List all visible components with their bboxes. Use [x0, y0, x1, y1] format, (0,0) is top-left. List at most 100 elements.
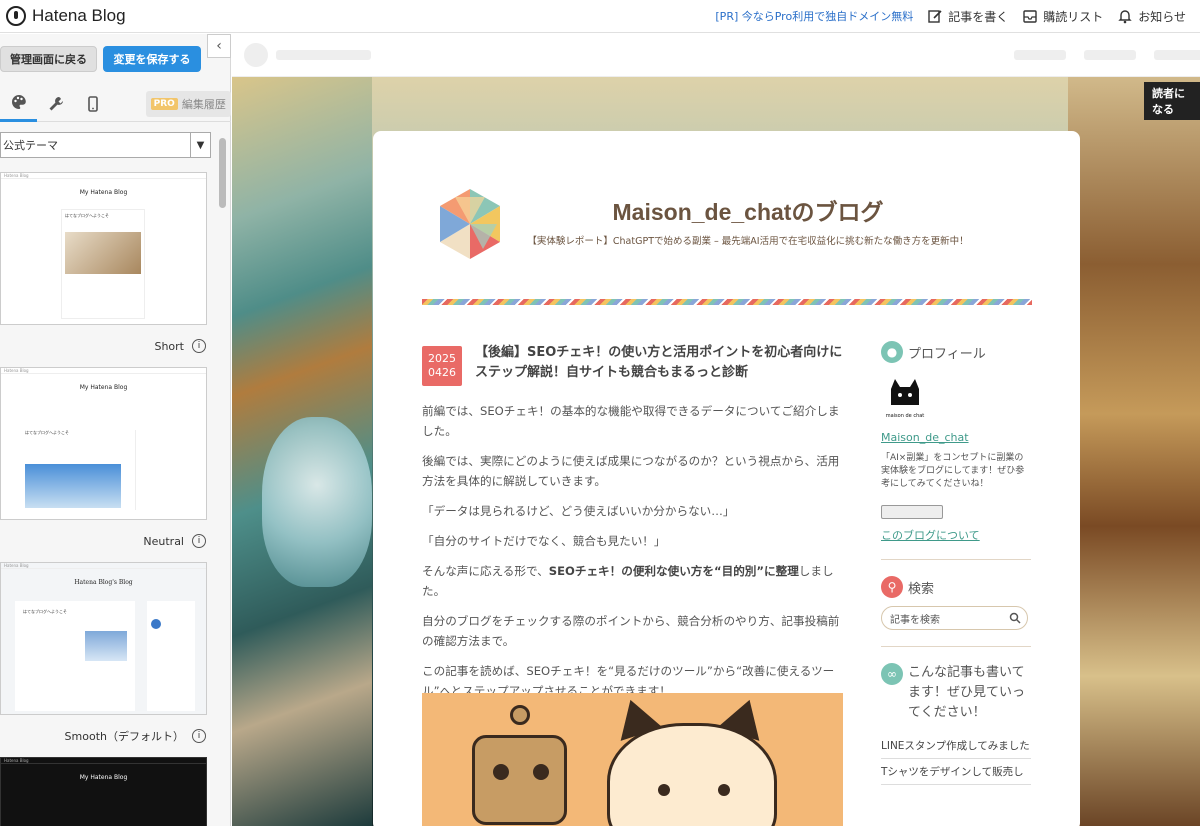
mini-header: Hatena Blog — [1, 368, 206, 374]
blog-title[interactable]: Maison_de_chatのブログ — [513, 193, 983, 227]
post-title[interactable]: 【後編】SEOチェキ！の使い方と活用ポイントを初心者向けにステップ解説！自サイト… — [475, 343, 845, 383]
post-body: 前編では、SEOチェキ！の基本的な機能や取得できるデータについてご紹介しました。… — [422, 401, 846, 711]
profile-avatar[interactable]: maison de chat — [881, 375, 929, 423]
top-bar: Hatena Blog [PR] 今ならPro利用で独自ドメイン無料 記事を書く… — [0, 0, 1200, 33]
theme-category-select[interactable]: 公式テーマ ▼ — [0, 132, 211, 158]
mini-post-title: はてなブログへようこそ — [65, 213, 109, 218]
post-paragraph: 「データは見られるけど、どう使えばいいか分からない…」 — [422, 504, 735, 518]
tab-smartphone[interactable] — [74, 86, 111, 122]
subscribe-button[interactable]: 読者になる — [1144, 82, 1200, 120]
theme-name-neutral: Neutral — [143, 534, 184, 548]
mini-header: Hatena Blog — [1, 173, 206, 179]
collapse-panel-button[interactable]: ‹ — [207, 34, 231, 58]
back-to-dashboard-button[interactable]: 管理画面に戻る — [0, 46, 97, 72]
search-placeholder: 記事を検索 — [890, 614, 940, 626]
robot-antenna — [510, 705, 530, 725]
post-date-badge[interactable]: 2025 0426 — [422, 346, 462, 386]
more-posts-module-title: ∞ こんな記事も書いてます！ぜひ見ていってください！ — [881, 663, 1031, 723]
preview-header-skeleton — [232, 34, 1200, 77]
mini-blog-title: My Hatena Blog — [79, 774, 128, 781]
decorative-stripe — [422, 299, 1032, 305]
profile-username-link[interactable]: Maison_de_chat — [881, 431, 1031, 444]
theme-list: Hatena Blog My Hatena Blog はてなブログへようこそ S… — [0, 172, 218, 826]
search-heading: 検索 — [908, 581, 935, 597]
theme-thumbnail-neutral[interactable]: Hatena Blog My Hatena Blog はてなブログへようこそ — [0, 367, 207, 520]
about-blog-link[interactable]: このブログについて — [881, 527, 1031, 543]
theme-thumbnail-dark[interactable]: Hatena Blog My Hatena Blog — [0, 757, 207, 826]
mini-article: はてなブログへようこそ — [61, 209, 145, 319]
notifications-label: お知らせ — [1138, 9, 1186, 24]
blog-sidebar: ● プロフィール maison de chat Maison_de_chat 「… — [881, 341, 1031, 785]
skeleton-line — [1084, 50, 1136, 60]
profile-heading: プロフィール — [908, 346, 986, 362]
write-post-button[interactable]: 記事を書く — [927, 8, 1008, 25]
robot-eye — [493, 764, 509, 780]
hatena-logo[interactable]: Hatena Blog — [6, 6, 126, 26]
mini-blog-title: My Hatena Blog — [79, 384, 128, 391]
theme-thumbnail-smooth[interactable]: Hatena Blog Hatena Blog's Blog はてなブログへよう… — [0, 562, 207, 715]
mini-post-title: はてなブログへようこそ — [25, 430, 125, 442]
post-paragraph: 「自分のサイトだけでなく、競合も見たい！」 — [422, 534, 666, 548]
info-icon[interactable]: i — [192, 729, 206, 743]
pro-promo-link[interactable]: [PR] 今ならPro利用で独自ドメイン無料 — [715, 8, 913, 24]
cat-illustration — [607, 723, 777, 826]
profile-description: 「AI×副業」をコンセプトに副業の実体験をブログにしてます！ぜひ参考にしてみてく… — [881, 453, 1025, 489]
search-icon: ⚲ — [881, 576, 903, 598]
panel-scrollbar[interactable] — [219, 138, 226, 208]
magnifier-icon[interactable] — [1009, 612, 1021, 624]
sidebar-divider — [881, 559, 1031, 560]
palette-icon — [11, 95, 26, 109]
more-post-link[interactable]: LINEスタンプ作成してみました — [881, 733, 1031, 759]
blog-preview: 読者になる Maison_de_chatのブログ 【実体験レポート】ChatGP… — [232, 34, 1200, 826]
blog-content-card: Maison_de_chatのブログ 【実体験レポート】ChatGPTで始める副… — [373, 131, 1080, 826]
cat-avatar-image: maison de chat — [886, 379, 925, 419]
avatar-caption: maison de chat — [886, 413, 925, 419]
write-post-label: 記事を書く — [948, 9, 1009, 24]
cat-eye — [718, 784, 730, 796]
info-icon[interactable]: i — [192, 339, 206, 353]
theme-category-value: 公式テーマ — [3, 139, 58, 152]
mini-avatar — [151, 619, 161, 629]
more-post-link[interactable]: Tシャツをデザインして販売し — [881, 759, 1031, 785]
post-paragraph: 前編では、SEOチェキ！の基本的な機能や取得できるデータについてご紹介しました。 — [422, 404, 840, 438]
readers-count-button[interactable] — [881, 505, 943, 519]
theme-name-smooth: Smooth（デフォルト） — [64, 730, 184, 743]
edit-history-button[interactable]: PRO 編集履歴 — [145, 90, 231, 117]
post-hero-image — [422, 693, 843, 826]
blog-search-input[interactable]: 記事を検索 — [881, 606, 1028, 630]
artwork-sleeping-cat — [262, 417, 372, 587]
more-posts-heading: こんな記事も書いてます！ぜひ見ていってください！ — [908, 665, 1026, 720]
info-icon[interactable]: i — [192, 534, 206, 548]
reading-list-label: 購読リスト — [1043, 9, 1104, 24]
mini-header: Hatena Blog — [1, 563, 206, 569]
tab-design[interactable] — [0, 86, 38, 122]
cat-eye — [658, 784, 670, 796]
mini-blog-title: My Hatena Blog — [79, 189, 128, 196]
post-text: そんな声に応える形で、 — [422, 564, 549, 578]
theme-thumbnail-short[interactable]: Hatena Blog My Hatena Blog はてなブログへようこそ — [0, 172, 207, 325]
mini-image — [85, 631, 127, 661]
post-paragraph: そんな声に応える形で、SEOチェキ！の便利な使い方を“目的別”に整理しました。 — [422, 561, 846, 601]
bell-icon — [1118, 10, 1132, 24]
notifications-button[interactable]: お知らせ — [1117, 8, 1186, 25]
tab-customize[interactable] — [37, 86, 74, 122]
save-changes-button[interactable]: 変更を保存する — [103, 46, 201, 72]
mini-post-title: はてなブログへようこそ — [23, 609, 67, 614]
artwork-right-scene — [1068, 77, 1200, 826]
smartphone-icon — [88, 95, 98, 112]
hatena-logo-icon — [6, 6, 26, 26]
robot-eye — [533, 764, 549, 780]
inbox-icon — [1023, 10, 1037, 23]
chevron-down-icon: ▼ — [190, 133, 210, 157]
robot-illustration — [472, 735, 567, 825]
pro-badge: PRO — [150, 97, 178, 110]
post-paragraph: 自分のブログをチェックする際のポイントから、競合分析のやり方、記事投稿前の確認方… — [422, 614, 840, 648]
profile-module-title: ● プロフィール — [881, 341, 1031, 363]
skeleton-avatar — [244, 43, 268, 67]
post-bold-text: SEOチェキ！の便利な使い方を“目的別”に整理 — [548, 564, 799, 578]
post-paragraph: 後編では、実際にどのように使えば成果につながるのか？という視点から、活用方法を具… — [422, 454, 840, 488]
sidebar-divider — [881, 646, 1031, 647]
blog-description: 【実体験レポート】ChatGPTで始める副業 – 最先端AI活用で在宅収益化に挑… — [527, 236, 969, 247]
blog-logo[interactable] — [435, 189, 505, 259]
reading-list-button[interactable]: 購読リスト — [1022, 8, 1103, 25]
